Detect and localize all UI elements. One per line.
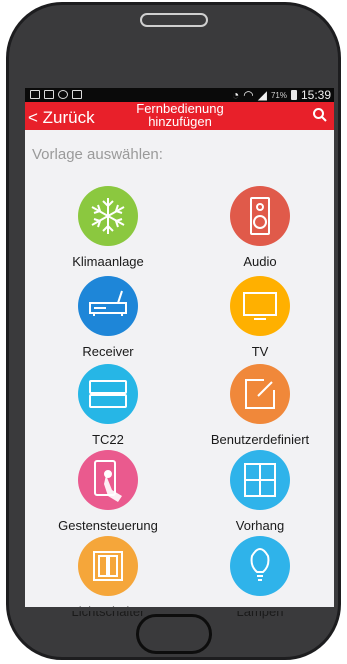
signal-icon: ◢ [257, 88, 267, 102]
template-label: Receiver [82, 344, 134, 359]
template-tile-gestensteuerung[interactable]: Gestensteuerung [43, 450, 173, 533]
home-button[interactable] [136, 614, 212, 654]
lamp-icon [230, 536, 290, 596]
page-title: Fernbedienung hinzufügen [136, 101, 224, 129]
notification-icon [30, 90, 40, 99]
screen-bottom-edge [25, 607, 334, 611]
template-label: Gestensteuerung [58, 518, 158, 533]
wifi-icon: ◠ [243, 88, 254, 102]
bag-icon [72, 90, 82, 99]
template-tile-receiver[interactable]: Receiver [43, 276, 173, 359]
window-icon [230, 450, 290, 510]
battery-icon [290, 90, 297, 100]
app-bar: < Zurück Fernbedienung hinzufügen [25, 102, 334, 130]
template-tile-benutzerdefiniert[interactable]: Benutzerdefiniert [195, 364, 325, 447]
receiver-icon [78, 276, 138, 336]
status-bar: ◔ ◠ ◢ 71% 15:39 [25, 88, 334, 102]
template-tile-audio[interactable]: Audio [195, 186, 325, 269]
template-label: Benutzerdefiniert [210, 432, 310, 447]
tc22-icon [78, 364, 138, 424]
gallery-icon [44, 90, 54, 99]
template-label: TV [251, 344, 269, 359]
template-label: Klimaanlage [72, 254, 144, 269]
speaker-icon [230, 186, 290, 246]
template-tile-tv[interactable]: TV [195, 276, 325, 359]
tv-icon [230, 276, 290, 336]
template-label: Audio [243, 254, 277, 269]
template-label: Vorhang [235, 518, 285, 533]
light-switch-icon [78, 536, 138, 596]
edit-icon [230, 364, 290, 424]
search-icon[interactable] [312, 107, 328, 123]
gesture-icon [78, 450, 138, 510]
sync-icon [58, 90, 68, 99]
template-label: TC22 [92, 432, 124, 447]
clock: 15:39 [300, 88, 331, 102]
template-tile-klimaanlage[interactable]: Klimaanlage [43, 186, 173, 269]
back-button[interactable]: < Zurück [28, 108, 95, 128]
battery-percent: 71% [270, 90, 287, 100]
phone-speaker [140, 13, 208, 27]
subtitle: Vorlage auswählen: [32, 146, 163, 163]
template-tile-vorhang[interactable]: Vorhang [195, 450, 325, 533]
template-tile-tc22[interactable]: TC22 [43, 364, 173, 447]
alarm-icon: ◔ [231, 88, 240, 102]
snowflake-icon [78, 186, 138, 246]
